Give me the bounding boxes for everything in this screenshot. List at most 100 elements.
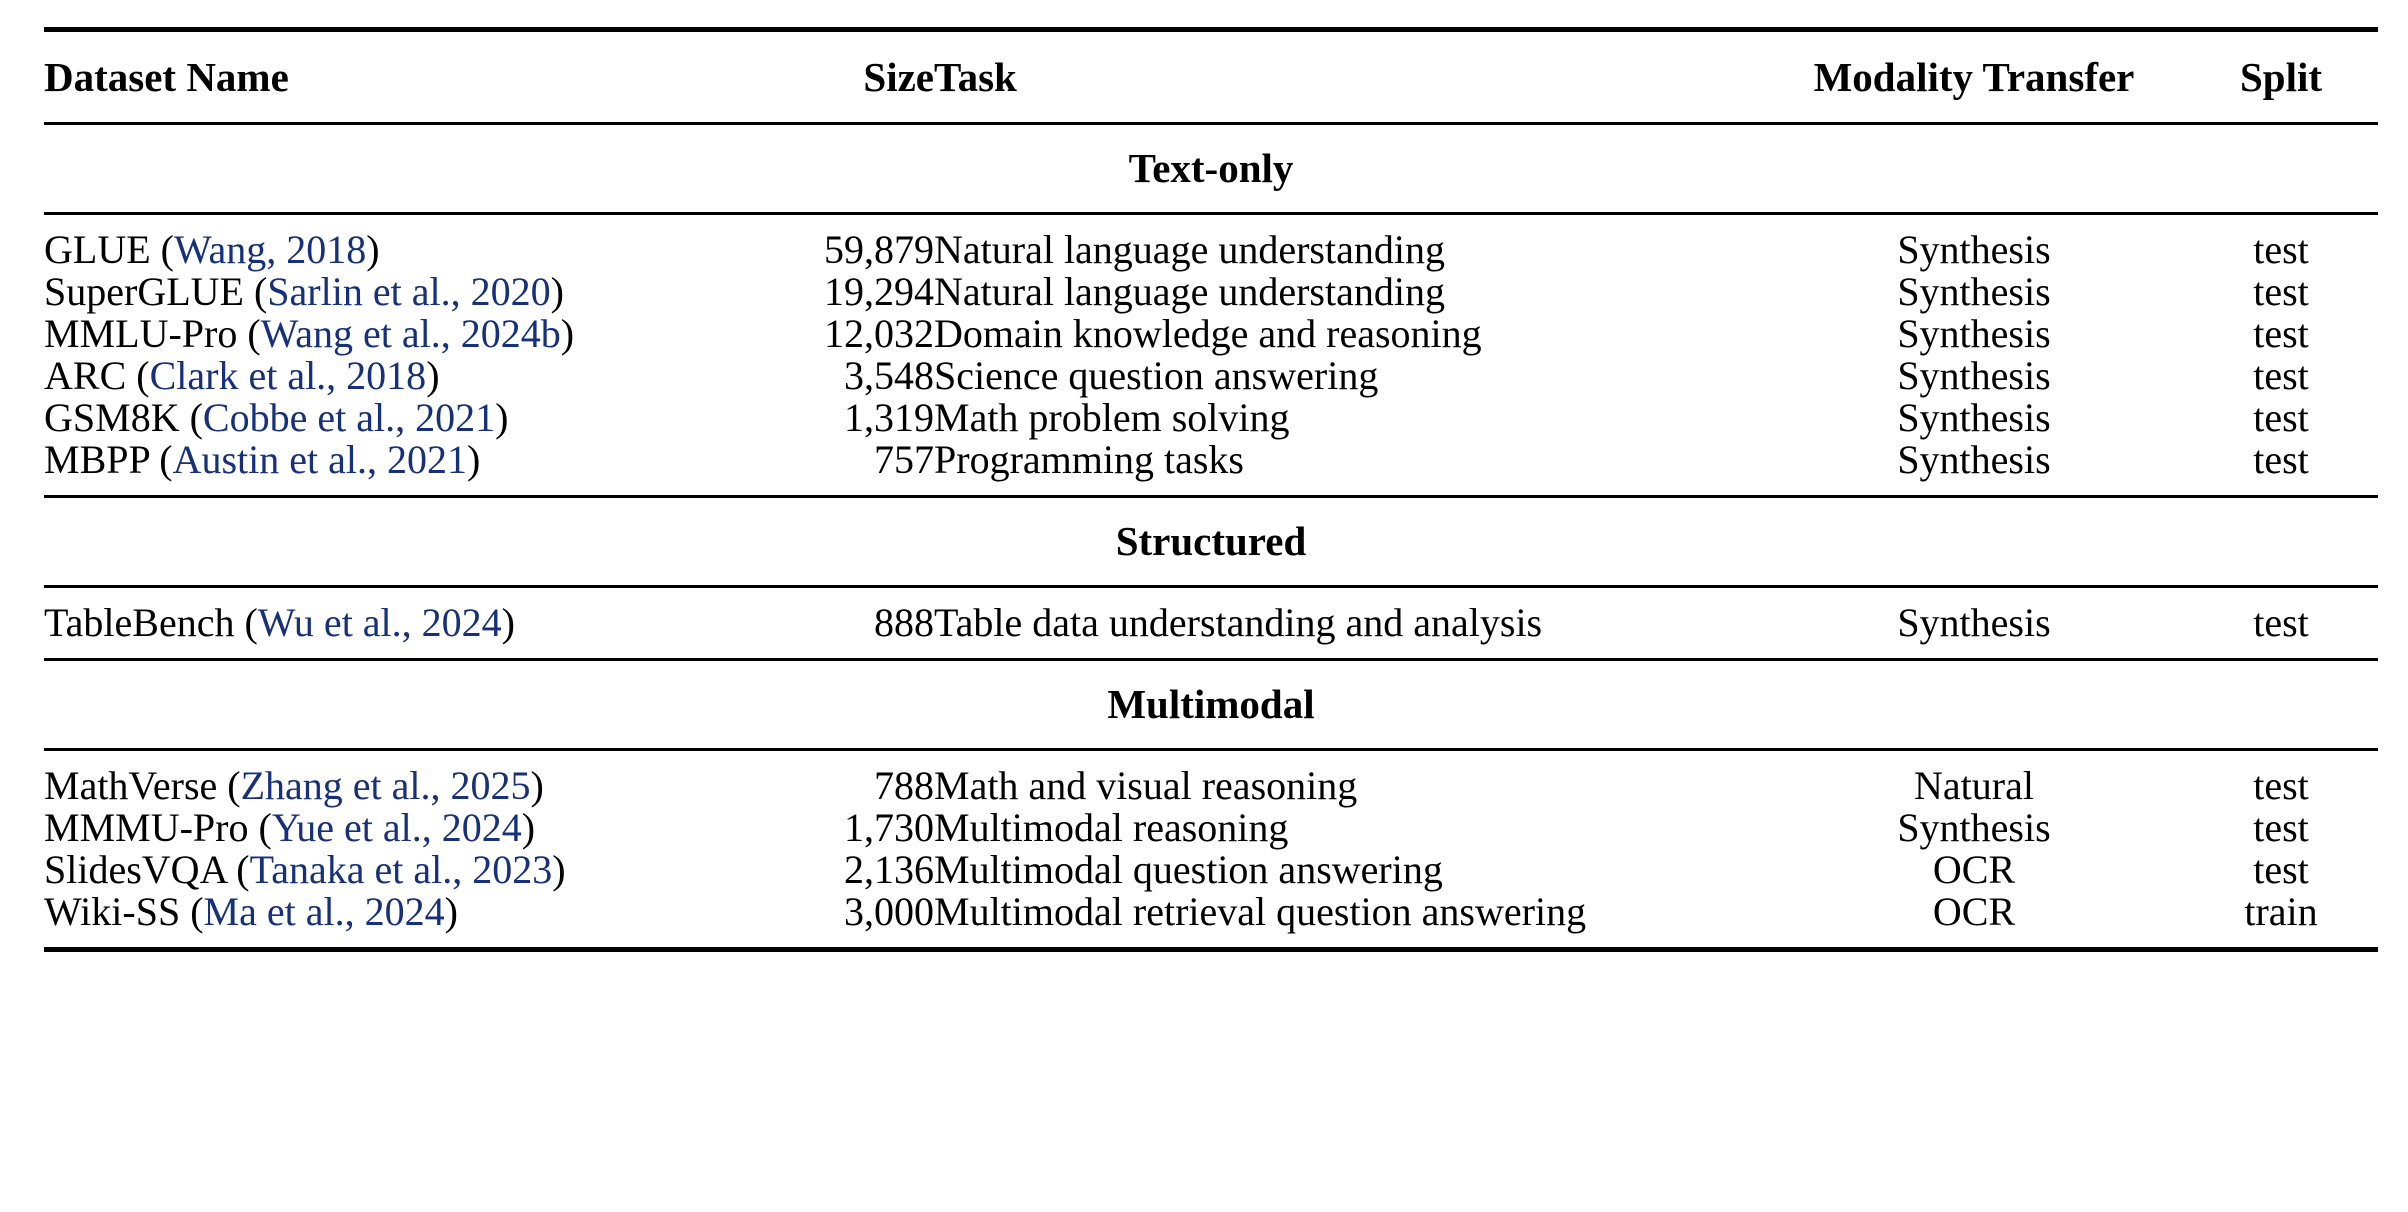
dataset-modality-cell: Synthesis: [1897, 600, 2051, 645]
citation-link[interactable]: Tanaka et al., 2023: [250, 847, 553, 892]
citation-link[interactable]: Wu et al., 2024: [258, 600, 502, 645]
dataset-task-cell: Programming tasks: [934, 437, 1244, 482]
citation-link[interactable]: Austin et al., 2021: [173, 437, 467, 482]
dataset-name-text: MathVerse: [44, 763, 218, 808]
table-row: Wiki-SS (Ma et al., 2024) 3,000 Multimodal…: [44, 891, 2378, 950]
dataset-name-text: MBPP: [44, 437, 150, 482]
table-row: GSM8K (Cobbe et al., 2021) 1,319 Math prob…: [44, 397, 2378, 439]
dataset-task-cell: Domain knowledge and reasoning: [934, 311, 1482, 356]
table-row: TableBench (Wu et al., 2024) 888 Table dat…: [44, 588, 2378, 660]
citation-close-paren: ): [501, 600, 515, 645]
dataset-name-cell: SuperGLUE (Sarlin et al., 2020): [44, 271, 744, 313]
column-header-modality: Modality Transfer: [1813, 53, 2135, 100]
dataset-split-cell: test: [2253, 805, 2309, 850]
dataset-size-cell: 19,294: [824, 269, 934, 314]
citation-close-paren: ): [530, 763, 544, 808]
dataset-task-cell: Science question answering: [934, 353, 1379, 398]
dataset-size-cell: 12,032: [824, 311, 934, 356]
citation-close-paren: ): [560, 311, 575, 356]
dataset-size-cell: 888: [874, 600, 934, 645]
citation-link[interactable]: Cobbe et al., 2021: [203, 395, 495, 440]
dataset-split-cell: test: [2253, 763, 2309, 808]
column-header-task: Task: [934, 53, 1017, 100]
dataset-name-cell: MMMU-Pro (Yue et al., 2024): [44, 807, 744, 849]
citation-link[interactable]: Yue et al., 2024: [272, 805, 522, 850]
dataset-name-cell: SlidesVQA (Tanaka et al., 2023): [44, 849, 744, 891]
table-row: MMLU-Pro (Wang et al., 2024b) 12,032 Domai…: [44, 313, 2378, 355]
dataset-name-text: TableBench: [44, 600, 235, 645]
table-header-row: Dataset Name Size Task Modality Transfer Spl…: [44, 32, 2378, 124]
dataset-name-text: GSM8K: [44, 395, 180, 440]
dataset-modality-cell: Synthesis: [1897, 353, 2051, 398]
table-row: MBPP (Austin et al., 2021) 757 Programming…: [44, 439, 2378, 497]
citation-close-paren: ): [550, 269, 564, 314]
dataset-split-cell: test: [2253, 600, 2309, 645]
citation-close-paren: ): [495, 395, 509, 440]
citation-link[interactable]: Wang et al., 2024b: [261, 311, 561, 356]
dataset-name-text: Wiki-SS: [44, 889, 181, 934]
section-header-row: Structured: [44, 498, 2378, 587]
dataset-modality-cell: Synthesis: [1897, 805, 2051, 850]
dataset-modality-cell: OCR: [1932, 889, 2016, 934]
dataset-size-cell: 1,319: [844, 395, 934, 440]
dataset-modality-cell: Synthesis: [1897, 395, 2051, 440]
citation-open-paren: (: [189, 395, 203, 440]
table-row: GLUE (Wang, 2018) 59,879 Natural language …: [44, 215, 2378, 271]
dataset-task-cell: Multimodal reasoning: [934, 805, 1289, 850]
citation-link[interactable]: Ma et al., 2024: [204, 889, 445, 934]
section-header-row: Text-only: [44, 125, 2378, 214]
dataset-split-cell: test: [2253, 269, 2309, 314]
citation-link[interactable]: Sarlin et al., 2020: [267, 269, 550, 314]
citation-close-paren: ): [467, 437, 481, 482]
dataset-name-cell: GSM8K (Cobbe et al., 2021): [44, 397, 744, 439]
dataset-name-text: MMLU-Pro: [44, 311, 238, 356]
citation-open-paren: (: [159, 437, 173, 482]
dataset-name-cell: Wiki-SS (Ma et al., 2024): [44, 891, 744, 950]
table-row: ARC (Clark et al., 2018) 3,548 Science que…: [44, 355, 2378, 397]
table-row: MathVerse (Zhang et al., 2025) 788 Math an…: [44, 751, 2378, 807]
dataset-size-cell: 2,136: [844, 847, 934, 892]
dataset-size-cell: 788: [874, 763, 934, 808]
dataset-task-cell: Math problem solving: [934, 395, 1290, 440]
table-bottom-rule: [44, 947, 2378, 954]
dataset-split-cell: test: [2253, 227, 2309, 272]
dataset-name-cell: GLUE (Wang, 2018): [44, 215, 744, 271]
dataset-task-cell: Table data understanding and analysis: [934, 600, 1543, 645]
dataset-modality-cell: Natural: [1914, 763, 2034, 808]
dataset-split-cell: test: [2253, 395, 2309, 440]
citation-link[interactable]: Clark et al., 2018: [150, 353, 427, 398]
citation-link[interactable]: Zhang et al., 2025: [241, 763, 531, 808]
citation-open-paren: (: [258, 805, 272, 850]
dataset-split-cell: test: [2253, 847, 2309, 892]
citation-open-paren: (: [190, 889, 204, 934]
table-row: MMMU-Pro (Yue et al., 2024) 1,730 Multimod…: [44, 807, 2378, 849]
dataset-modality-cell: OCR: [1932, 847, 2016, 892]
dataset-name-cell: MathVerse (Zhang et al., 2025): [44, 751, 744, 807]
dataset-modality-cell: Synthesis: [1897, 269, 2051, 314]
dataset-size-cell: 3,000: [844, 889, 934, 934]
table-row: SlidesVQA (Tanaka et al., 2023) 2,136 Mult…: [44, 849, 2378, 891]
dataset-task-cell: Multimodal question answering: [934, 847, 1443, 892]
citation-open-paren: (: [253, 269, 268, 314]
dataset-size-cell: 1,730: [844, 805, 934, 850]
table-row: SuperGLUE (Sarlin et al., 2020) 19,294 Nat…: [44, 271, 2378, 313]
dataset-task-cell: Natural language understanding: [934, 269, 1445, 314]
citation-open-paren: (: [244, 600, 258, 645]
citation-close-paren: ): [552, 847, 566, 892]
dataset-task-cell: Natural language understanding: [934, 227, 1445, 272]
dataset-name-text: SuperGLUE: [44, 269, 244, 314]
dataset-split-cell: test: [2253, 311, 2309, 356]
column-header-size: Size: [863, 53, 934, 100]
citation-close-paren: ): [521, 805, 536, 850]
citation-link[interactable]: Wang, 2018: [174, 227, 366, 272]
citation-open-paren: (: [136, 353, 150, 398]
dataset-name-cell: TableBench (Wu et al., 2024): [44, 588, 744, 660]
citation-open-paren: (: [247, 311, 261, 356]
dataset-name-text: GLUE: [44, 227, 151, 272]
citation-close-paren: ): [366, 227, 380, 272]
dataset-split-cell: test: [2253, 353, 2309, 398]
dataset-table-container: Dataset Name Size Task Modality Transfer Spl…: [44, 0, 2378, 954]
dataset-modality-cell: Synthesis: [1897, 227, 2051, 272]
dataset-split-cell: train: [2244, 889, 2318, 934]
horizontal-rule: [44, 947, 2378, 954]
